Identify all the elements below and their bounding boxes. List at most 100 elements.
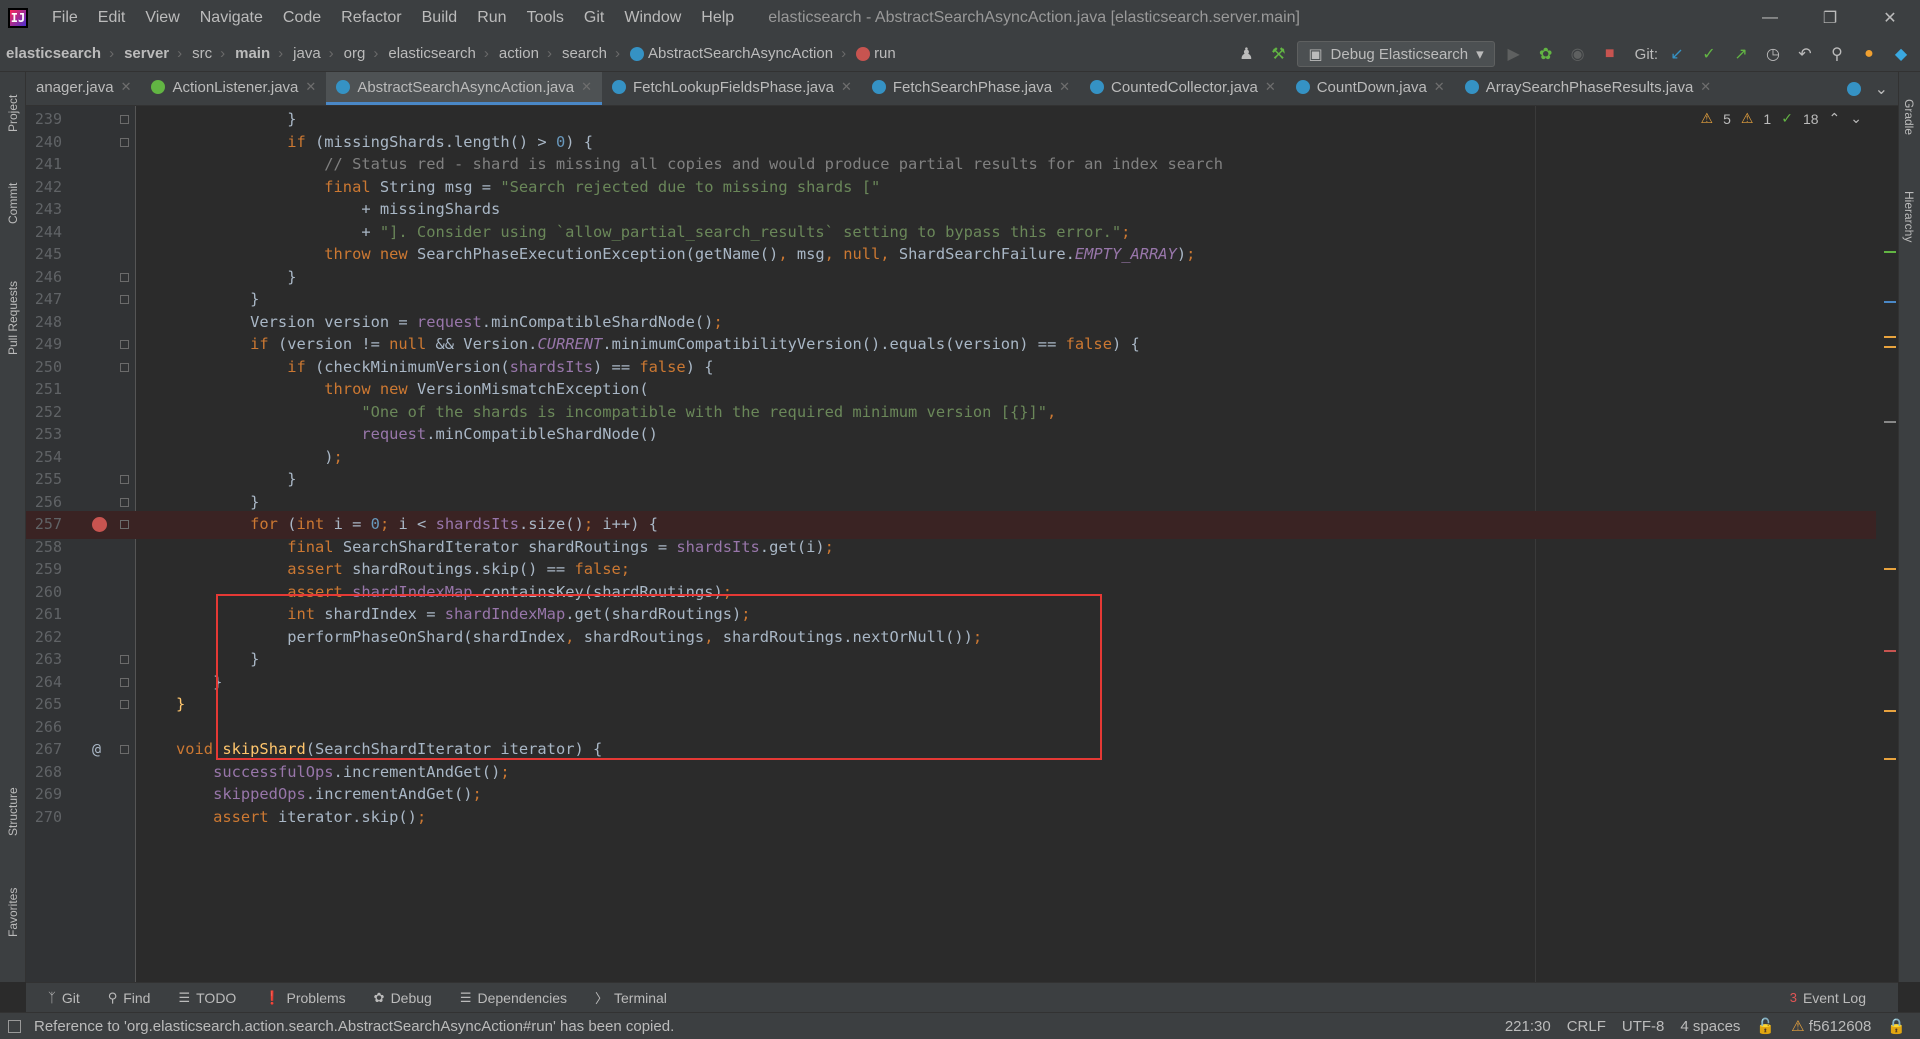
- file-encoding[interactable]: UTF-8: [1622, 1018, 1665, 1035]
- minimize-icon[interactable]: —: [1740, 0, 1800, 36]
- warning-marker[interactable]: [1884, 710, 1896, 712]
- warning-marker[interactable]: [1884, 346, 1896, 348]
- git-push-icon[interactable]: ↗: [1728, 41, 1754, 67]
- breadcrumb-search[interactable]: search: [556, 45, 611, 62]
- chevron-down-icon[interactable]: ⌄: [1875, 79, 1888, 99]
- close-icon[interactable]: ✕: [305, 79, 316, 95]
- debug-icon[interactable]: ✿: [1533, 41, 1559, 67]
- menu-window[interactable]: Window: [614, 9, 691, 27]
- breakpoint-marker[interactable]: [1884, 650, 1896, 652]
- close-icon[interactable]: ✕: [1434, 79, 1445, 95]
- update-icon[interactable]: ●: [1856, 41, 1882, 67]
- search-icon[interactable]: ⚲: [1824, 41, 1850, 67]
- breadcrumb-class[interactable]: AbstractSearchAsyncAction: [624, 45, 837, 62]
- fold-icon[interactable]: [120, 520, 129, 529]
- commit-tab[interactable]: Commit: [0, 168, 26, 238]
- git-commit-icon[interactable]: ✓: [1696, 41, 1722, 67]
- fold-icon[interactable]: [120, 655, 129, 664]
- menu-tools[interactable]: Tools: [517, 9, 574, 27]
- toggle-tool-windows-icon[interactable]: [8, 1020, 21, 1033]
- tw-problems[interactable]: ❗ Problems: [252, 990, 357, 1006]
- close-icon[interactable]: ✕: [1860, 0, 1920, 36]
- tw-terminal[interactable]: 〉 Terminal: [583, 988, 679, 1007]
- coverage-icon[interactable]: ◉: [1565, 41, 1591, 67]
- info-marker[interactable]: [1884, 421, 1896, 423]
- tw-dependencies[interactable]: ☰ Dependencies: [448, 990, 579, 1006]
- caret-marker[interactable]: [1884, 301, 1896, 303]
- menu-view[interactable]: View: [135, 9, 189, 27]
- close-icon[interactable]: ✕: [1700, 79, 1711, 95]
- breadcrumb-main[interactable]: main: [229, 45, 274, 62]
- fold-icon[interactable]: [120, 700, 129, 709]
- tw-event-log[interactable]: 3 Event Log: [1778, 990, 1878, 1006]
- run-configuration-select[interactable]: ▣ Debug Elasticsearch ▾: [1297, 41, 1495, 67]
- tab-countedcollector[interactable]: CountedCollector.java ✕: [1080, 72, 1286, 105]
- line-separator[interactable]: CRLF: [1567, 1018, 1606, 1035]
- breadcrumb-elasticsearch[interactable]: elasticsearch: [382, 45, 480, 62]
- breadcrumb-method[interactable]: run: [850, 45, 900, 62]
- breadcrumb-src[interactable]: src: [186, 45, 216, 62]
- restore-icon[interactable]: ❐: [1800, 0, 1860, 36]
- tab-arraysearchphaseresults[interactable]: ArraySearchPhaseResults.java ✕: [1455, 72, 1722, 105]
- hierarchy-tab[interactable]: Hierarchy: [1898, 172, 1920, 262]
- code-editor[interactable]: ⚠ 5 ⚠ 1 ✓ 18 ⌃ ⌄ 239 } 240 if (missingShard…: [26, 106, 1898, 982]
- menu-edit[interactable]: Edit: [88, 9, 136, 27]
- change-marker[interactable]: [1884, 251, 1896, 253]
- fold-icon[interactable]: [120, 115, 129, 124]
- git-branch-widget[interactable]: ⚠ f5612608: [1791, 1017, 1871, 1035]
- project-tab[interactable]: Project: [0, 78, 26, 148]
- close-icon[interactable]: ✕: [121, 79, 132, 95]
- run-icon[interactable]: ▶: [1501, 41, 1527, 67]
- close-icon[interactable]: ✕: [1265, 79, 1276, 95]
- fold-icon[interactable]: [120, 137, 129, 147]
- git-update-icon[interactable]: ↙: [1664, 41, 1690, 67]
- fold-icon[interactable]: [120, 272, 129, 282]
- rollback-icon[interactable]: ↶: [1792, 41, 1818, 67]
- menu-run[interactable]: Run: [467, 9, 516, 27]
- gradle-tab[interactable]: Gradle: [1898, 82, 1920, 152]
- tab-fetchlookupfieldsphase[interactable]: FetchLookupFieldsPhase.java ✕: [602, 72, 862, 105]
- plugin-icon[interactable]: ◆: [1888, 41, 1914, 67]
- menu-navigate[interactable]: Navigate: [190, 9, 273, 27]
- breadcrumb-project[interactable]: elasticsearch: [0, 45, 105, 62]
- menu-build[interactable]: Build: [412, 9, 468, 27]
- tab-fetchsearchphase[interactable]: FetchSearchPhase.java ✕: [862, 72, 1080, 105]
- menu-help[interactable]: Help: [691, 9, 744, 27]
- breadcrumb-module[interactable]: server: [118, 45, 173, 62]
- tab-abstractsearchasyncaction[interactable]: AbstractSearchAsyncAction.java ✕: [326, 72, 602, 105]
- indent-setting[interactable]: 4 spaces: [1680, 1018, 1740, 1035]
- favorites-tab[interactable]: Favorites: [0, 872, 26, 952]
- fold-icon[interactable]: [120, 745, 129, 754]
- lock-icon[interactable]: 🔓: [1756, 1017, 1775, 1035]
- stop-icon[interactable]: ■: [1597, 41, 1623, 67]
- fold-icon[interactable]: [120, 362, 129, 372]
- tw-find[interactable]: ⚲ Find: [96, 990, 163, 1006]
- warning-marker[interactable]: [1884, 758, 1896, 760]
- tw-git[interactable]: ᛉ Git: [36, 990, 92, 1006]
- tw-debug[interactable]: ✿ Debug: [362, 990, 444, 1006]
- tab-countdown[interactable]: CountDown.java ✕: [1286, 72, 1455, 105]
- breadcrumb-org[interactable]: org: [338, 45, 370, 62]
- fold-icon[interactable]: [120, 497, 129, 507]
- breakpoint-icon[interactable]: [92, 517, 107, 532]
- fold-icon[interactable]: [120, 475, 129, 484]
- warning-marker[interactable]: [1884, 568, 1896, 570]
- close-icon[interactable]: ✕: [841, 79, 852, 95]
- lock-icon[interactable]: 🔒: [1887, 1017, 1906, 1035]
- user-icon[interactable]: ♟: [1233, 41, 1259, 67]
- tab-manager[interactable]: anager.java ✕: [26, 72, 141, 105]
- close-icon[interactable]: ✕: [1059, 79, 1070, 95]
- fold-icon[interactable]: [120, 340, 129, 349]
- history-icon[interactable]: ◷: [1760, 41, 1786, 67]
- tab-actionlistener[interactable]: ActionListener.java ✕: [141, 72, 326, 105]
- pull-requests-tab[interactable]: Pull Requests: [0, 258, 26, 378]
- menu-git[interactable]: Git: [574, 9, 614, 27]
- menu-refactor[interactable]: Refactor: [331, 9, 411, 27]
- menu-code[interactable]: Code: [273, 9, 331, 27]
- tw-todo[interactable]: ☰ TODO: [166, 990, 248, 1006]
- warning-marker[interactable]: [1884, 336, 1896, 338]
- close-icon[interactable]: ✕: [581, 79, 592, 95]
- build-hammer-icon[interactable]: ⚒: [1265, 41, 1291, 67]
- breadcrumb-java[interactable]: java: [287, 45, 325, 62]
- breadcrumb-action[interactable]: action: [493, 45, 543, 62]
